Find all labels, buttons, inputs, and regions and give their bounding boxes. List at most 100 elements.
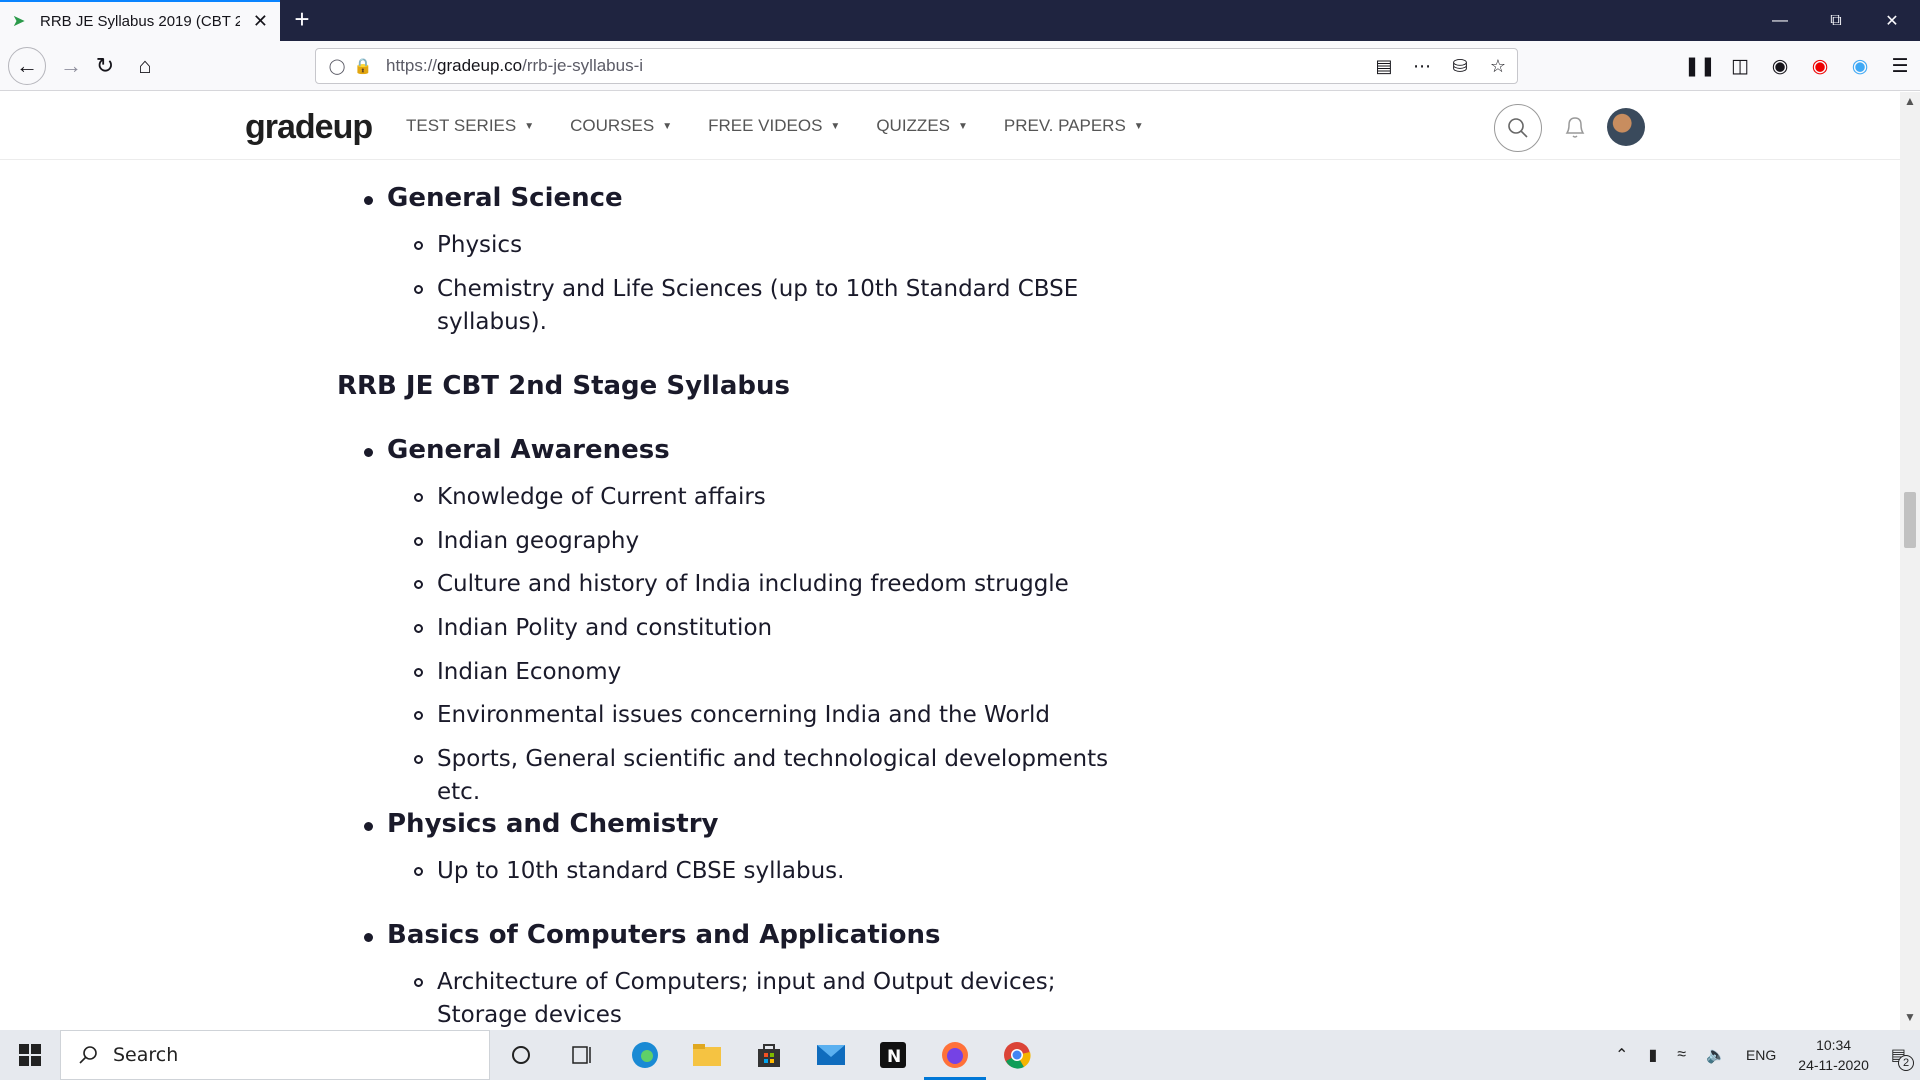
taskbar-chrome[interactable] bbox=[986, 1030, 1048, 1080]
notification-count-badge: 2 bbox=[1898, 1055, 1914, 1071]
page-actions-icon[interactable]: ⋯ bbox=[1411, 56, 1433, 77]
taskbar-notion[interactable]: N bbox=[862, 1030, 924, 1080]
page-scrollbar[interactable]: ▲ ▼ bbox=[1900, 92, 1920, 1030]
wifi-icon[interactable]: ≈ bbox=[1677, 1046, 1686, 1064]
bell-icon bbox=[1565, 117, 1585, 138]
task-view-icon bbox=[572, 1046, 591, 1064]
sidebar-icon[interactable]: ◫ bbox=[1720, 55, 1760, 78]
site-header: gradeup TEST SERIES ▼ COURSES ▼ FREE VIDEO… bbox=[0, 92, 1900, 160]
system-tray: ⌃ ▮ ≈ 🔈 ENG 10:34 24-11-2020 ▤ 2 bbox=[1605, 1030, 1920, 1080]
account-icon[interactable]: ◉ bbox=[1760, 55, 1800, 78]
menu-quizzes[interactable]: QUIZZES ▼ bbox=[876, 116, 968, 136]
chrome-icon bbox=[1004, 1042, 1031, 1069]
folder-icon bbox=[693, 1044, 721, 1066]
tracking-protection-shield-icon[interactable]: ◯ bbox=[326, 55, 348, 77]
gradeup-logo[interactable]: gradeup bbox=[245, 108, 373, 147]
menu-hamburger-icon[interactable]: ☰ bbox=[1880, 55, 1920, 78]
library-icon[interactable]: ❚❚ bbox=[1680, 55, 1720, 78]
section-title-general-science: General Science bbox=[364, 183, 623, 213]
caret-down-icon: ▼ bbox=[830, 120, 841, 132]
input-language[interactable]: ENG bbox=[1746, 1047, 1776, 1063]
task-view-button[interactable] bbox=[552, 1030, 614, 1080]
section-title-physics-chemistry: Physics and Chemistry bbox=[363, 809, 719, 839]
list-item: Architecture of Computers; input and Out… bbox=[414, 966, 1117, 1030]
start-button[interactable] bbox=[0, 1030, 60, 1080]
edge-icon bbox=[632, 1042, 658, 1068]
lock-icon[interactable]: 🔒 bbox=[352, 55, 374, 77]
opera-extension-icon[interactable]: ◉ bbox=[1800, 55, 1840, 78]
close-window-button[interactable]: ✕ bbox=[1864, 0, 1920, 41]
clock-date: 24-11-2020 bbox=[1798, 1057, 1869, 1073]
taskbar-file-explorer[interactable] bbox=[676, 1030, 738, 1080]
section-title-computers: Basics of Computers and Applications bbox=[364, 920, 941, 950]
site-search-button[interactable] bbox=[1494, 104, 1542, 152]
scroll-up-arrow-icon[interactable]: ▲ bbox=[1900, 94, 1920, 112]
pocket-icon[interactable]: ⛁ bbox=[1449, 56, 1471, 77]
notion-icon: N bbox=[880, 1042, 906, 1068]
reload-button[interactable]: ↻ bbox=[88, 49, 122, 83]
home-button[interactable]: ⌂ bbox=[128, 49, 162, 83]
store-bag-icon bbox=[758, 1044, 780, 1067]
notifications-button[interactable] bbox=[1560, 110, 1590, 144]
caret-down-icon: ▼ bbox=[958, 120, 968, 132]
windows-logo-icon bbox=[19, 1044, 41, 1066]
main-menu: TEST SERIES ▼ COURSES ▼ FREE VIDEOS ▼ QUIZZ… bbox=[406, 116, 1144, 136]
taskbar-search-box[interactable]: Search bbox=[60, 1030, 490, 1080]
list-item: Indian Polity and constitution bbox=[414, 612, 1117, 645]
windows-taskbar: Search N ⌃ ▮ ≈ 🔈 ENG 10:34 24-11-2020 ▤ 2 bbox=[0, 1030, 1920, 1080]
caret-down-icon: ▼ bbox=[662, 120, 673, 132]
search-icon bbox=[79, 1046, 97, 1064]
article-content: General Science Physics Chemistry and Li… bbox=[0, 161, 1900, 1030]
scroll-down-arrow-icon[interactable]: ▼ bbox=[1900, 1010, 1920, 1028]
menu-free-videos[interactable]: FREE VIDEOS ▼ bbox=[708, 116, 840, 136]
back-button[interactable]: ← bbox=[8, 47, 46, 85]
search-icon bbox=[1508, 118, 1528, 138]
cortana-circle-icon bbox=[512, 1046, 530, 1064]
section-title-general-awareness: General Awareness bbox=[364, 435, 670, 465]
menu-courses[interactable]: COURSES ▼ bbox=[570, 116, 672, 136]
tab-title: RRB JE Syllabus 2019 (CBT 2 & bbox=[40, 13, 240, 30]
mail-icon bbox=[817, 1045, 845, 1065]
menu-prev-papers[interactable]: PREV. PAPERS ▼ bbox=[1004, 116, 1144, 136]
list-item: Up to 10th standard CBSE syllabus. bbox=[414, 855, 1117, 888]
caret-down-icon: ▼ bbox=[1133, 120, 1144, 132]
firefox-icon bbox=[942, 1042, 968, 1068]
new-tab-button[interactable]: + bbox=[288, 6, 316, 34]
minimize-button[interactable]: — bbox=[1752, 0, 1808, 41]
user-avatar[interactable] bbox=[1607, 108, 1645, 146]
stage2-heading: RRB JE CBT 2nd Stage Syllabus bbox=[337, 371, 790, 401]
forward-button[interactable]: → bbox=[54, 49, 88, 83]
taskbar-edge[interactable] bbox=[614, 1030, 676, 1080]
taskbar-store[interactable] bbox=[738, 1030, 800, 1080]
battery-icon[interactable]: ▮ bbox=[1648, 1045, 1657, 1065]
list-item: Indian geography bbox=[414, 525, 1117, 558]
list-item: Environmental issues concerning India an… bbox=[414, 699, 1117, 732]
menu-test-series[interactable]: TEST SERIES ▼ bbox=[406, 116, 534, 136]
show-hidden-icons-chevron-up-icon[interactable]: ⌃ bbox=[1615, 1045, 1628, 1065]
url-text: https://gradeup.co/rrb-je-syllabus-i bbox=[386, 56, 644, 75]
url-bar[interactable]: ◯ 🔒 https://gradeup.co/rrb-je-syllabus-i… bbox=[315, 48, 1518, 84]
clock-time: 10:34 bbox=[1816, 1037, 1852, 1053]
restore-button[interactable]: ⧉ bbox=[1808, 0, 1864, 41]
list-item: Physics bbox=[414, 229, 1117, 262]
bookmark-star-icon[interactable]: ☆ bbox=[1487, 56, 1509, 77]
svg-text:N: N bbox=[887, 1047, 901, 1067]
taskbar-clock[interactable]: 10:34 24-11-2020 bbox=[1798, 1035, 1869, 1075]
extension-icon[interactable]: ◉ bbox=[1840, 55, 1880, 78]
list-item: Culture and history of India including f… bbox=[414, 568, 1117, 601]
list-item: Indian Economy bbox=[414, 656, 1117, 689]
browser-navbar: ← → ↻ ⌂ ◯ 🔒 https://gradeup.co/rrb-je-sy… bbox=[0, 41, 1920, 91]
scrollbar-thumb[interactable] bbox=[1904, 492, 1916, 548]
taskbar-mail[interactable] bbox=[800, 1030, 862, 1080]
volume-icon[interactable]: 🔈 bbox=[1706, 1045, 1726, 1065]
action-center-icon[interactable]: ▤ 2 bbox=[1891, 1045, 1914, 1071]
cortana-button[interactable] bbox=[490, 1030, 552, 1080]
taskbar-search-placeholder: Search bbox=[113, 1044, 179, 1066]
taskbar-firefox[interactable] bbox=[924, 1030, 986, 1080]
reader-view-icon[interactable]: ▤ bbox=[1373, 56, 1395, 77]
tab-close-icon[interactable]: ✕ bbox=[253, 11, 268, 32]
list-item: Knowledge of Current affairs bbox=[414, 481, 1117, 514]
browser-tab-active[interactable]: ➤ RRB JE Syllabus 2019 (CBT 2 & ✕ bbox=[0, 0, 280, 41]
list-item: Sports, General scientific and technolog… bbox=[414, 743, 1117, 809]
caret-down-icon: ▼ bbox=[524, 120, 535, 132]
